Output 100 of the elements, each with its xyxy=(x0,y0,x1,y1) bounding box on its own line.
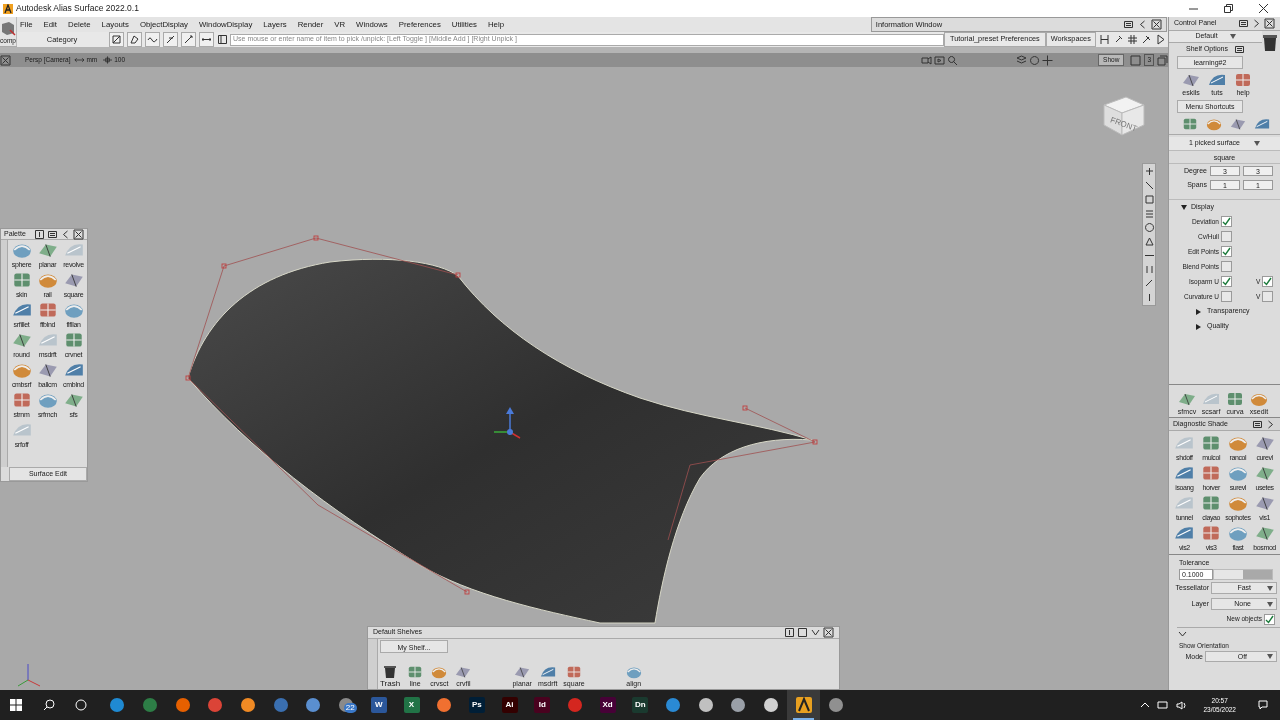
tool-icon xyxy=(513,664,532,680)
move-icon[interactable] xyxy=(1042,54,1054,66)
scrollbar[interactable] xyxy=(1,240,8,467)
h-shape-icon[interactable] xyxy=(1098,34,1110,45)
menu-icon[interactable] xyxy=(1122,19,1134,30)
expand-icon[interactable] xyxy=(784,627,795,638)
dock-icon[interactable] xyxy=(797,627,808,638)
app-icon[interactable] xyxy=(174,697,191,713)
search-icon[interactable] xyxy=(43,699,55,711)
app-icon[interactable] xyxy=(828,697,845,713)
app-icon[interactable]: Ps xyxy=(468,697,485,713)
view-tool-icon[interactable] xyxy=(1143,180,1155,191)
caret-icon xyxy=(1267,585,1273,591)
app-logo-icon xyxy=(3,3,13,14)
close-icon[interactable] xyxy=(1150,19,1162,30)
app-icon[interactable]: Ai xyxy=(501,697,518,713)
caret-icon xyxy=(1267,601,1273,607)
menu-icon[interactable] xyxy=(1234,43,1245,55)
network-icon[interactable] xyxy=(1157,700,1169,710)
checkbox[interactable] xyxy=(1262,291,1274,302)
manipulator-drawing xyxy=(493,407,521,439)
checkbox[interactable] xyxy=(1262,276,1274,287)
speaker-icon[interactable] xyxy=(1176,700,1188,710)
checkbox[interactable] xyxy=(1264,613,1275,625)
axis-triad-drawing xyxy=(17,663,41,687)
app-icon[interactable]: Xd xyxy=(599,697,616,713)
chevron-up-icon[interactable] xyxy=(1141,702,1150,708)
toolbar-icon[interactable] xyxy=(183,34,194,45)
app-icon[interactable]: Id xyxy=(534,697,551,713)
pin-icon[interactable] xyxy=(1140,34,1152,45)
checkbox[interactable] xyxy=(1221,246,1232,257)
app-icon[interactable] xyxy=(240,697,257,713)
app-icon[interactable]: W xyxy=(370,697,387,713)
checkbox[interactable] xyxy=(1221,216,1232,227)
app-icon[interactable] xyxy=(697,697,714,713)
caret-icon xyxy=(1229,34,1236,39)
grid-move-icon xyxy=(103,56,113,64)
list-icon[interactable] xyxy=(217,34,228,45)
app-icon[interactable] xyxy=(305,697,322,713)
collapse-right-icon[interactable] xyxy=(1265,418,1276,430)
app-icon[interactable] xyxy=(109,697,126,713)
menu-icon[interactable] xyxy=(1238,18,1249,29)
expand-icon[interactable] xyxy=(34,228,45,240)
close-icon[interactable] xyxy=(1259,4,1268,13)
grid-icon[interactable] xyxy=(1126,34,1138,45)
menu-icon[interactable] xyxy=(1252,418,1263,430)
tool-icon xyxy=(1233,71,1253,89)
scrollbar[interactable] xyxy=(368,639,378,689)
view-tool-icon[interactable] xyxy=(1143,194,1155,205)
restore-icon[interactable] xyxy=(1224,4,1233,13)
checkbox[interactable] xyxy=(1221,231,1232,242)
video-camera-icon[interactable] xyxy=(934,54,946,66)
trash-can-icon[interactable] xyxy=(383,665,398,679)
expand-triangle-icon[interactable] xyxy=(1195,323,1201,330)
collapse-right-icon[interactable] xyxy=(1251,18,1262,29)
tool-label[interactable]: Trash xyxy=(380,679,401,688)
app-icon[interactable] xyxy=(665,697,682,713)
task-view-icon[interactable] xyxy=(75,699,87,711)
close-icon[interactable] xyxy=(1264,18,1275,29)
app-icon[interactable] xyxy=(436,697,453,713)
close-icon[interactable] xyxy=(73,228,84,240)
app-icon[interactable] xyxy=(763,697,780,713)
app-icon[interactable] xyxy=(730,697,747,713)
collapse-triangle-icon[interactable] xyxy=(1181,204,1187,210)
dotted-frame-icon[interactable] xyxy=(1130,54,1142,66)
toolbar-icon[interactable] xyxy=(111,34,122,45)
start-icon[interactable] xyxy=(10,699,22,711)
view-tool-icon[interactable] xyxy=(1143,278,1155,289)
dropdown-icon[interactable] xyxy=(810,627,821,638)
checkbox[interactable] xyxy=(1221,261,1232,272)
trash-can-icon[interactable] xyxy=(1262,34,1278,52)
zoom-icon[interactable] xyxy=(947,54,959,66)
expand-triangle-icon[interactable] xyxy=(1195,308,1201,315)
double-arrow-icon xyxy=(73,57,85,63)
tolerance-slider[interactable] xyxy=(1213,568,1273,580)
caret-icon xyxy=(1267,654,1273,660)
caret-icon xyxy=(1254,141,1260,146)
toolbar-icon[interactable] xyxy=(165,34,176,45)
window-title: Autodesk Alias Surface 2022.0.1 xyxy=(16,2,139,15)
notification-icon[interactable] xyxy=(1258,700,1268,710)
collapse-left-icon[interactable] xyxy=(60,228,71,240)
tool-icon xyxy=(454,664,473,680)
layers-icon[interactable] xyxy=(1016,54,1028,66)
notification-badge: 22 xyxy=(343,703,357,713)
close-icon[interactable] xyxy=(823,627,834,638)
tool-icon xyxy=(1225,390,1245,408)
camera-icon[interactable] xyxy=(921,54,933,66)
app-icon[interactable] xyxy=(795,697,812,713)
app-icon[interactable]: Dn xyxy=(632,697,649,713)
play-icon[interactable] xyxy=(1154,34,1166,45)
checkbox[interactable] xyxy=(1221,291,1232,302)
toolbar-icon[interactable] xyxy=(129,34,140,45)
cube-icon[interactable] xyxy=(0,20,16,37)
menu-icon[interactable] xyxy=(47,228,58,240)
app-icon[interactable]: X xyxy=(403,697,420,713)
frame-icon[interactable] xyxy=(1157,54,1168,66)
view-tool-icon[interactable] xyxy=(1143,222,1155,233)
view-tool-icon[interactable] xyxy=(1143,236,1155,247)
view-tool-icon[interactable] xyxy=(1143,166,1155,177)
checkbox[interactable] xyxy=(1221,276,1232,287)
